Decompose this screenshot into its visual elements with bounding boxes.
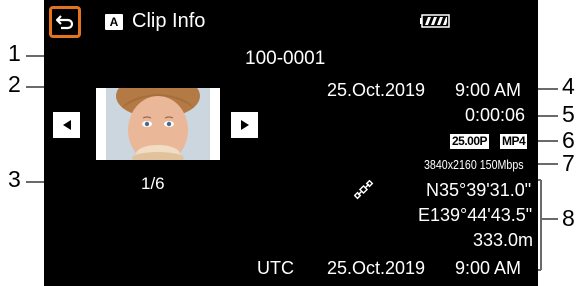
clip-duration: 0:00:06 bbox=[465, 105, 526, 125]
recording-date: 25.Oct.2019 bbox=[327, 80, 426, 100]
clip-number: 100-0001 bbox=[245, 48, 326, 69]
frame-rate-badge: 25.00P bbox=[450, 134, 490, 149]
page-title: Clip Info bbox=[132, 10, 206, 32]
triangle-left-icon bbox=[62, 120, 71, 130]
gps-latitude: N35°39'31.0" bbox=[426, 180, 532, 200]
next-clip-button[interactable] bbox=[231, 112, 258, 138]
recording-time: 9:00 AM bbox=[455, 80, 522, 100]
battery-icon bbox=[420, 14, 450, 28]
gps-longitude: E139°44'43.5" bbox=[418, 205, 533, 225]
back-arrow-icon bbox=[55, 15, 74, 30]
utc-time: 9:00 AM bbox=[455, 258, 522, 278]
mode-badge: A bbox=[105, 14, 123, 30]
utc-date: 25.Oct.2019 bbox=[327, 258, 426, 278]
triangle-right-icon bbox=[240, 120, 249, 130]
previous-clip-button[interactable] bbox=[53, 112, 80, 138]
utc-label: UTC bbox=[257, 258, 294, 278]
resolution-bitrate: 3840x2160 150Mbps bbox=[424, 157, 524, 172]
back-button[interactable] bbox=[49, 6, 81, 38]
clip-thumbnail[interactable] bbox=[96, 74, 220, 164]
satellite-icon bbox=[354, 180, 374, 200]
camera-screen: A Clip Info 100-0001 25.Oct.2019 9:00 AM… bbox=[44, 0, 538, 286]
gps-altitude: 333.0m bbox=[473, 230, 534, 250]
child-face-thumbnail bbox=[106, 74, 210, 164]
format-badge: MP4 bbox=[500, 134, 528, 149]
clip-counter: 1/6 bbox=[141, 174, 165, 193]
